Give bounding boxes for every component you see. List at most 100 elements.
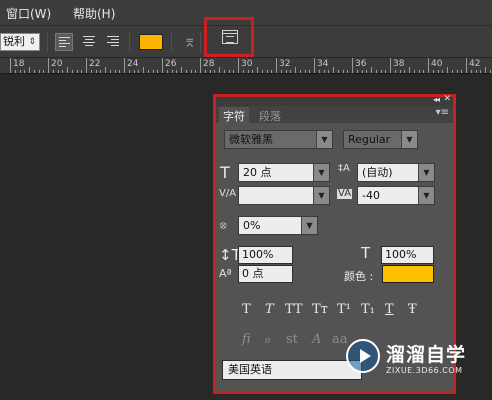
language-select[interactable]: 美国英语 [222, 360, 362, 380]
antialias-select[interactable]: 锐利 ⇕ [0, 33, 40, 51]
ruler-tick [295, 67, 296, 73]
font-style-select[interactable]: Regular ▼ [343, 130, 418, 149]
watermark-url: ZIXUE.3D66.COM [386, 366, 463, 375]
warp-text-icon[interactable]: ⌆ [183, 32, 196, 51]
ruler-tick [433, 70, 434, 73]
panel-tabs: 字符 段落 ▾≡ [216, 106, 453, 123]
strikethrough-button[interactable]: Ŧ [408, 302, 417, 317]
ruler-tick [186, 70, 187, 73]
chevron-down-icon: ▼ [418, 164, 434, 181]
tsume-field[interactable]: 0% ▼ [238, 216, 318, 235]
chevron-down-icon: ▼ [313, 164, 329, 181]
ruler-tick [129, 70, 130, 73]
underline-button[interactable]: T [385, 302, 394, 317]
leading-value: (自动) [362, 166, 393, 179]
toggle-panels-icon [222, 30, 238, 44]
panel-menu-icon[interactable]: ▾≡ [436, 107, 449, 118]
kerning-icon: V/A [219, 188, 237, 199]
superscript-button[interactable]: T¹ [337, 302, 351, 317]
ruler-tick [243, 70, 244, 73]
ruler-tick [290, 70, 291, 73]
small-caps-button[interactable]: Tт [312, 302, 328, 317]
horizontal-scale-icon: T [361, 244, 371, 262]
divider [47, 32, 48, 52]
antialias-value: 锐利 [3, 35, 25, 48]
ruler-tick [200, 58, 201, 73]
ruler-tick [471, 70, 472, 73]
ruler-label: 42 [469, 59, 481, 69]
ligatures-button[interactable]: fi [242, 332, 251, 347]
ruler-tick [466, 58, 467, 73]
font-size-value: 20 点 [243, 166, 272, 179]
ruler-tick [385, 70, 386, 73]
ruler-tick [172, 70, 173, 73]
baseline-shift-field[interactable]: 0 点 [238, 265, 293, 283]
all-caps-button[interactable]: TT [285, 302, 303, 317]
faux-bold-button[interactable]: T [242, 302, 251, 317]
faux-italic-button[interactable]: T [265, 302, 274, 317]
ruler-tick [390, 58, 391, 73]
ruler-tick [362, 70, 363, 73]
horizontal-ruler[interactable]: 18 20 22 24 26 28 30 32 34 36 38 40 42 [0, 58, 492, 74]
ruler-tick [96, 70, 97, 73]
ruler-tick [100, 70, 101, 73]
chevron-down-icon: ▼ [301, 217, 317, 234]
ruler-label: 32 [279, 59, 291, 69]
close-icon[interactable]: ✕ [443, 94, 451, 104]
menu-window[interactable]: 窗口(W) [6, 5, 51, 22]
ruler-tick [404, 70, 405, 73]
kerning-field[interactable]: ▼ [238, 186, 330, 205]
tracking-value: -40 [362, 189, 380, 202]
discretionary-ligatures-button[interactable]: st [286, 332, 298, 347]
text-color-swatch[interactable] [139, 34, 163, 50]
old-style-button[interactable]: ℴ [264, 332, 270, 347]
color-swatch[interactable] [382, 265, 434, 283]
ruler-tick [153, 70, 154, 73]
subscript-button[interactable]: T₁ [361, 302, 375, 317]
ruler-tick [400, 70, 401, 73]
ruler-tick [328, 70, 329, 73]
ruler-label: 26 [165, 59, 177, 69]
menu-help[interactable]: 帮助(H) [73, 5, 115, 22]
ruler-tick [34, 70, 35, 73]
ruler-tick [29, 67, 30, 73]
panel-header[interactable]: ◂◂ ✕ [216, 94, 453, 106]
toggle-panels-button[interactable] [204, 17, 254, 57]
tracking-field[interactable]: -40 ▼ [357, 186, 435, 205]
chevron-down-icon: ▼ [313, 187, 329, 204]
vertical-scale-field[interactable]: 100% [238, 246, 293, 264]
ruler-tick [248, 70, 249, 73]
ruler-tick [105, 67, 106, 73]
ruler-tick [181, 67, 182, 73]
ruler-tick [176, 70, 177, 73]
ruler-tick [115, 70, 116, 73]
horizontal-scale-field[interactable]: 100% [381, 246, 434, 264]
ruler-tick [10, 58, 11, 73]
ruler-tick [461, 70, 462, 73]
ruler-tick [214, 70, 215, 73]
tab-paragraph[interactable]: 段落 [255, 107, 285, 123]
play-logo-icon [346, 339, 380, 373]
swash-button[interactable]: A [312, 332, 321, 347]
collapse-icon[interactable]: ◂◂ [433, 95, 440, 104]
ruler-tick [219, 67, 220, 73]
ruler-tick [138, 70, 139, 73]
watermark: 溜溜自学 ZIXUE.3D66.COM [343, 336, 467, 386]
chevron-down-icon: ▼ [316, 131, 332, 148]
leading-field[interactable]: (自动) ▼ [357, 163, 435, 182]
ruler-label: 34 [317, 59, 329, 69]
align-center-icon[interactable] [80, 33, 98, 51]
align-left-icon[interactable] [55, 33, 73, 51]
ruler-tick [143, 67, 144, 73]
ruler-tick [262, 70, 263, 73]
ruler-tick [314, 58, 315, 73]
align-right-icon[interactable] [104, 33, 122, 51]
ruler-tick [81, 70, 82, 73]
font-size-field[interactable]: 20 点 ▼ [238, 163, 330, 182]
font-family-select[interactable]: 微软雅黑 ▼ [224, 130, 333, 149]
ruler-tick [395, 70, 396, 73]
chevron-down-icon: ▼ [418, 187, 434, 204]
ruler-tick [347, 70, 348, 73]
ruler-tick [39, 70, 40, 73]
tab-character[interactable]: 字符 [219, 107, 249, 123]
